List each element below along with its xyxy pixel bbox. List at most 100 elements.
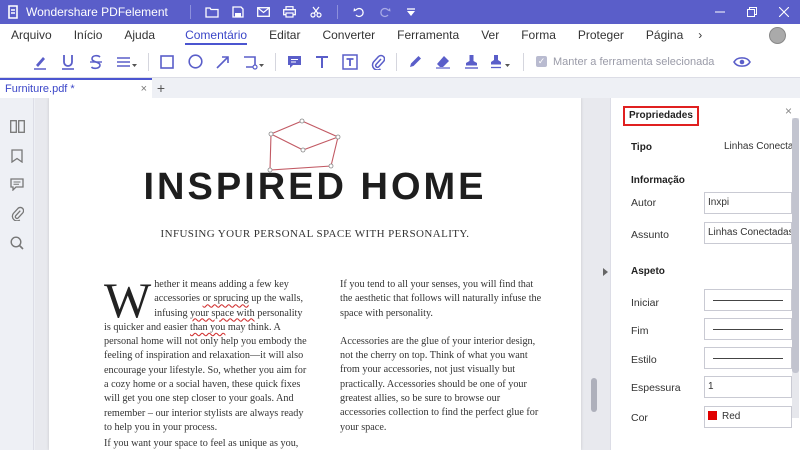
close-panel-icon[interactable]: ×: [785, 104, 792, 118]
close-tab-icon[interactable]: ×: [141, 83, 147, 95]
title-bar: Wondershare PDFelement: [0, 0, 800, 24]
comment-note-icon: [287, 55, 301, 68]
scrollbar-thumb[interactable]: [792, 118, 799, 373]
redo-icon[interactable]: [376, 3, 394, 21]
restore-icon[interactable]: [736, 0, 768, 24]
menu-arquivo[interactable]: Arquivo: [0, 24, 63, 46]
menu-converter[interactable]: Converter: [311, 24, 386, 46]
add-tab-button[interactable]: +: [152, 78, 170, 98]
underline-tool[interactable]: [54, 48, 82, 76]
oval-tool[interactable]: [181, 48, 209, 76]
text-column-right: If you tend to all your senses, you will…: [340, 278, 545, 435]
print-icon[interactable]: [281, 3, 299, 21]
arrow-tool[interactable]: [209, 48, 237, 76]
menu-pagina[interactable]: Página: [635, 24, 694, 46]
collapse-right-panel-arrow-icon[interactable]: [603, 268, 608, 276]
author-label: Autor: [631, 197, 657, 209]
typewriter-tool[interactable]: [308, 48, 336, 76]
bookmarks-button[interactable]: [0, 141, 34, 170]
start-line-select[interactable]: [704, 289, 792, 311]
document-scrollbar[interactable]: [591, 378, 597, 412]
end-line-select[interactable]: [704, 318, 792, 340]
search-button[interactable]: [0, 228, 34, 257]
highlight-tool[interactable]: [26, 48, 54, 76]
menu-ver[interactable]: Ver: [470, 24, 510, 46]
scissors-icon[interactable]: [307, 3, 325, 21]
tab-furniture-pdf[interactable]: Furniture.pdf * ×: [0, 78, 152, 98]
properties-title: Propriedades: [623, 106, 699, 126]
save-icon[interactable]: [229, 3, 247, 21]
eraser-tool[interactable]: [429, 48, 457, 76]
text-lines-dropdown[interactable]: [110, 48, 144, 76]
tab-label: Furniture.pdf *: [5, 83, 75, 95]
thickness-label: Espessura: [631, 382, 681, 394]
type-value: Linhas Conectad: [724, 141, 800, 152]
menu-editar[interactable]: Editar: [258, 24, 311, 46]
menu-bar: Arquivo Início Ajuda Comentário Editar C…: [0, 24, 800, 46]
document-subtitle: INFUSING YOUR PERSONAL SPACE WITH PERSON…: [160, 228, 470, 240]
author-field[interactable]: Inxpi: [704, 192, 792, 214]
style-label: Estilo: [631, 354, 657, 366]
left-sidebar: [0, 98, 34, 450]
comments-panel-button[interactable]: [0, 170, 34, 199]
arrow-icon: [216, 55, 229, 69]
menu-forma[interactable]: Forma: [510, 24, 567, 46]
undo-icon[interactable]: [350, 3, 368, 21]
type-label: Tipo: [631, 142, 652, 153]
shapes-dropdown[interactable]: [237, 48, 271, 76]
user-avatar[interactable]: [769, 27, 786, 44]
drop-cap: W: [104, 272, 152, 328]
comment-toolbar: ✓ Manter a ferramenta selecionada: [0, 46, 800, 78]
text-box-tool[interactable]: [336, 48, 364, 76]
color-label: Cor: [631, 412, 648, 424]
information-section-title: Informação: [631, 175, 685, 186]
sticky-note-tool[interactable]: [280, 48, 308, 76]
menu-comentario[interactable]: Comentário: [174, 24, 258, 46]
color-swatch: [708, 411, 717, 420]
connected-lines-annotation[interactable]: [267, 118, 357, 173]
pencil-tool[interactable]: [401, 48, 429, 76]
rectangle-tool[interactable]: [153, 48, 181, 76]
squiggly-annotation[interactable]: than you: [190, 322, 225, 333]
style-select[interactable]: [704, 347, 792, 369]
thumbnails-button[interactable]: [0, 112, 34, 141]
squiggly-annotation[interactable]: or sprucing: [203, 293, 249, 304]
attachments-button[interactable]: [0, 199, 34, 228]
paragraph: Accessories are the glue of your interio…: [340, 335, 539, 433]
highlighter-icon: [34, 56, 46, 70]
menu-ajuda[interactable]: Ajuda: [113, 24, 166, 46]
line-sample: [713, 358, 783, 359]
thumbnails-icon: [9, 120, 25, 133]
close-window-icon[interactable]: [768, 0, 800, 24]
search-icon: [10, 235, 24, 250]
keep-tool-selected-checkbox[interactable]: ✓ Manter a ferramenta selecionada: [536, 56, 714, 68]
squiggly-annotation[interactable]: your space with: [190, 308, 255, 319]
open-folder-icon[interactable]: [203, 3, 221, 21]
customize-quick-access-icon[interactable]: [402, 3, 420, 21]
keep-tool-label: Manter a ferramenta selecionada: [553, 55, 715, 68]
menu-proteger[interactable]: Proteger: [567, 24, 635, 46]
strikethrough-tool[interactable]: [82, 48, 110, 76]
stamp-icon: [464, 55, 478, 69]
properties-panel: Propriedades × Tipo Linhas Conectad Info…: [610, 98, 800, 450]
color-select[interactable]: Red: [704, 406, 792, 428]
strikethrough-icon: [90, 54, 102, 69]
menu-ferramenta[interactable]: Ferramenta: [386, 24, 470, 46]
menu-inicio[interactable]: Início: [63, 24, 114, 46]
paragraph: If you tend to all your senses, you will…: [340, 279, 542, 319]
subject-field[interactable]: Linhas Conectadas: [704, 222, 792, 244]
polygon-icon: [244, 55, 264, 70]
text-box-icon: [342, 53, 358, 70]
signature-dropdown[interactable]: [485, 48, 519, 76]
end-label: Fim: [631, 325, 649, 337]
mail-icon[interactable]: [255, 3, 273, 21]
stamp-tool[interactable]: [457, 48, 485, 76]
attach-file-tool[interactable]: [364, 48, 392, 76]
menu-more-arrow[interactable]: ›: [694, 24, 706, 46]
properties-scrollbar[interactable]: [792, 118, 799, 418]
subject-label: Assunto: [631, 229, 669, 241]
minimize-icon[interactable]: [704, 0, 736, 24]
thickness-field[interactable]: 1: [704, 376, 792, 398]
circle-icon: [187, 54, 203, 69]
show-hide-comments-toggle[interactable]: [728, 48, 756, 76]
